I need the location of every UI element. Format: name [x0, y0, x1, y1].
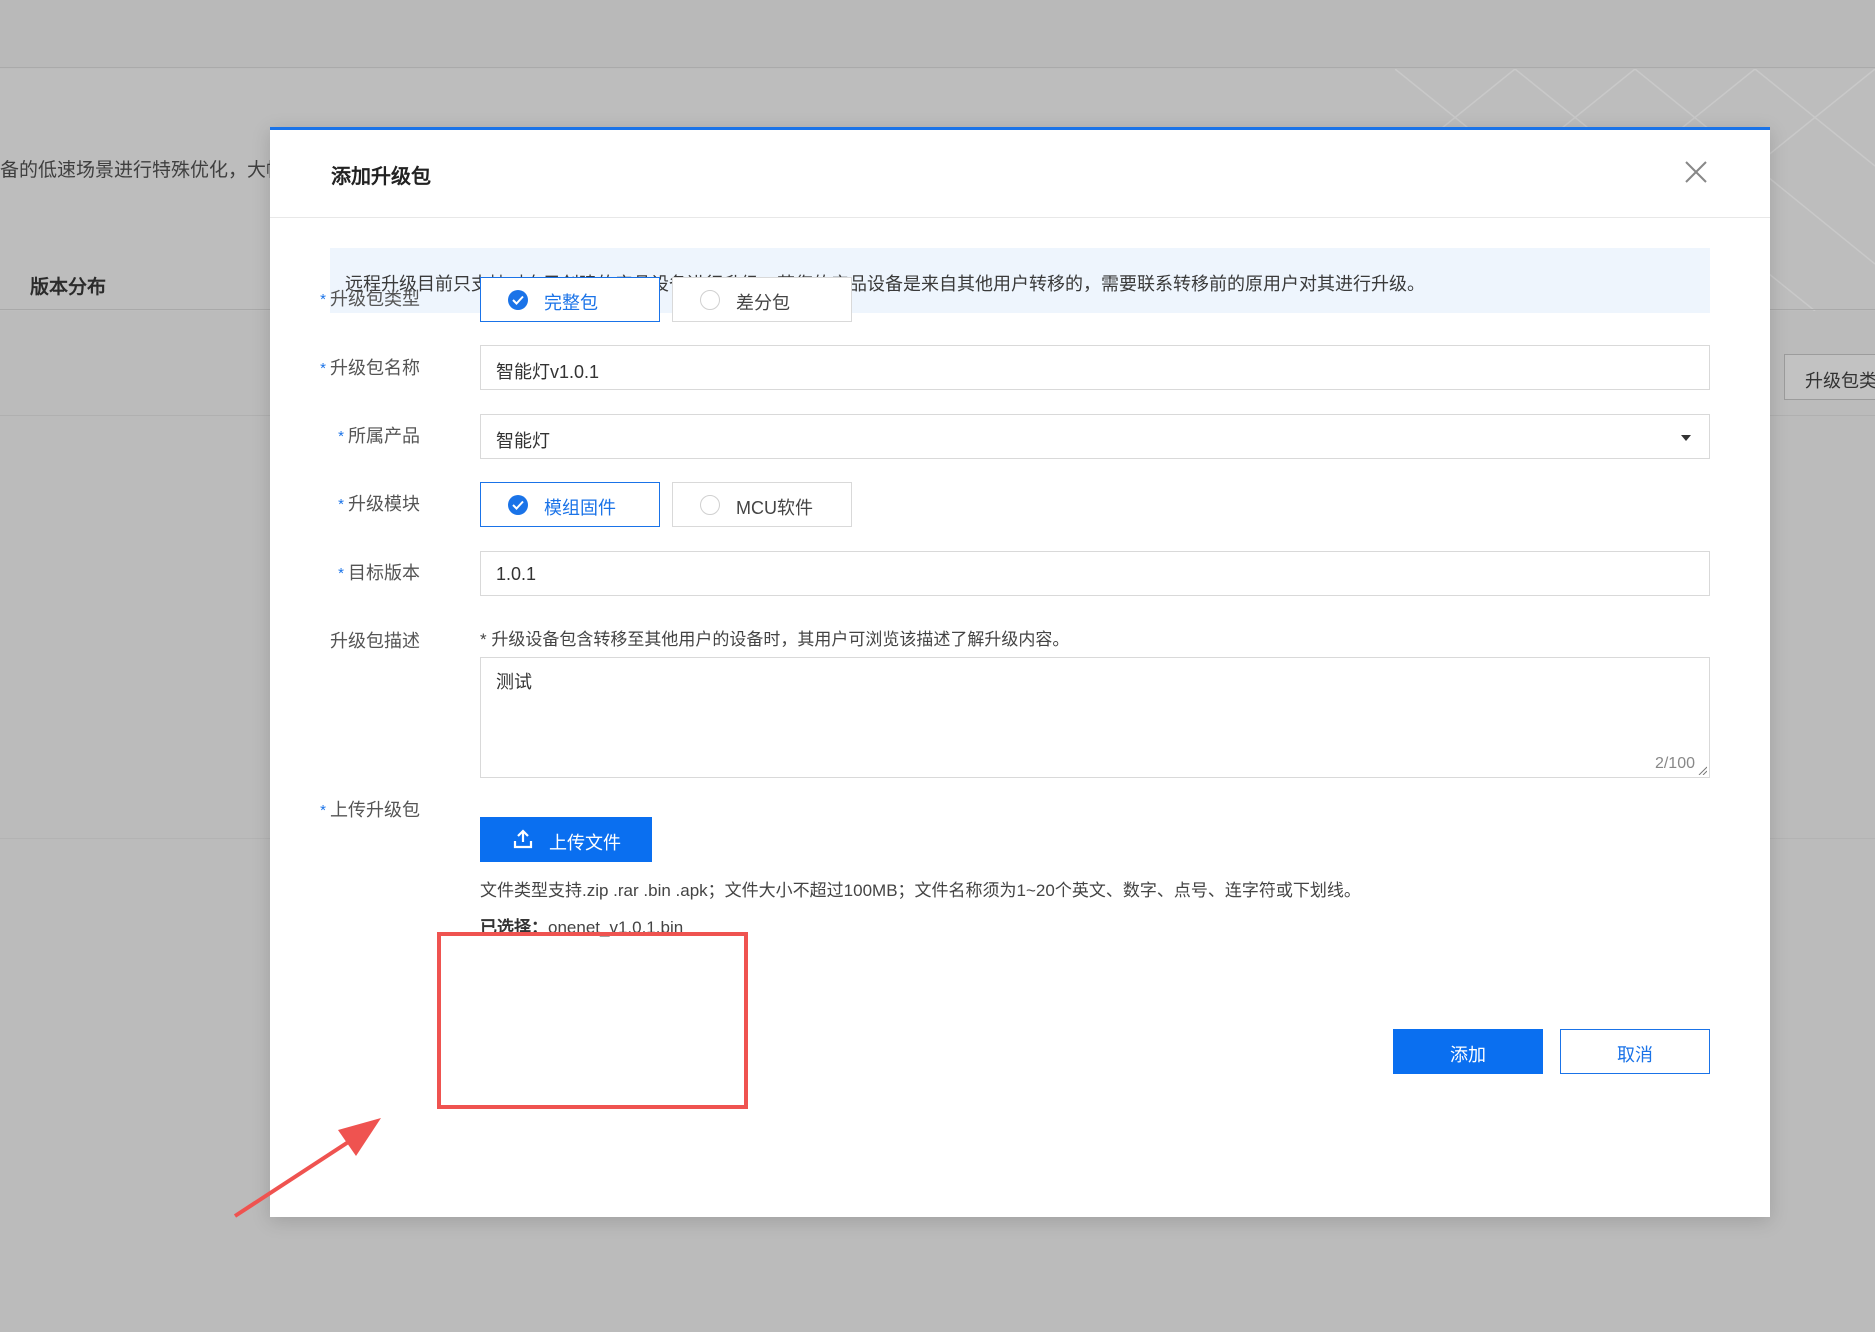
- package-type-label: * 升级包类型: [300, 285, 420, 311]
- package-name-label-text: 升级包名称: [330, 358, 420, 378]
- required-mark: *: [320, 802, 326, 819]
- target-version-input[interactable]: 1.0.1: [480, 551, 1710, 596]
- banner-text: 备的低速场景进行特殊优化，大幅提: [0, 160, 305, 181]
- description-value: 测试: [496, 672, 532, 692]
- add-button[interactable]: 添加: [1393, 1029, 1543, 1074]
- cancel-button[interactable]: 取消: [1560, 1029, 1710, 1074]
- radio-full-package[interactable]: 完整包: [480, 277, 660, 322]
- required-mark: *: [320, 291, 326, 308]
- dialog-header: 添加升级包: [270, 130, 1770, 218]
- description-label: 升级包描述: [300, 627, 420, 653]
- package-name-label: * 升级包名称: [300, 354, 420, 380]
- product-label: * 所属产品: [300, 422, 420, 448]
- radio-unchecked-indicator: [700, 290, 720, 310]
- caret-down-icon: [1681, 435, 1691, 441]
- required-mark: *: [338, 565, 344, 582]
- dialog-title: 添加升级包: [331, 166, 431, 188]
- required-mark: *: [338, 428, 344, 445]
- resize-grip-icon[interactable]: [1697, 765, 1707, 775]
- close-icon: [1685, 161, 1707, 183]
- package-name-input[interactable]: 智能灯v1.0.1: [480, 345, 1710, 390]
- target-version-label-text: 目标版本: [348, 563, 420, 583]
- char-counter: 2/100: [1654, 755, 1695, 772]
- tab-version-distribution: 版本分布: [30, 277, 107, 298]
- radio-diff-package[interactable]: 差分包: [672, 277, 852, 322]
- radio-label: 差分包: [736, 293, 790, 313]
- radio-label: 模组固件: [544, 498, 616, 518]
- annotation-highlight-box: [437, 932, 748, 1109]
- description-textarea[interactable]: 测试 2/100: [480, 657, 1710, 778]
- radio-mcu-software[interactable]: MCU软件: [672, 482, 852, 527]
- description-hint: * 升级设备包含转移至其他用户的设备时，其用户可浏览该描述了解升级内容。: [480, 630, 1070, 649]
- product-label-text: 所属产品: [348, 426, 420, 446]
- check-icon: [512, 500, 524, 510]
- target-version-label: * 目标版本: [300, 559, 420, 585]
- check-icon: [512, 295, 524, 305]
- radio-unchecked-indicator: [700, 495, 720, 515]
- required-mark: *: [338, 496, 344, 513]
- upload-icon: [513, 829, 533, 849]
- product-select[interactable]: 智能灯: [480, 414, 1710, 459]
- upload-hint: 文件类型支持.zip .rar .bin .apk；文件大小不超过100MB；文…: [480, 881, 1361, 900]
- upload-label: * 上传升级包: [300, 796, 420, 822]
- product-select-value: 智能灯: [496, 431, 550, 451]
- package-type-filter: 升级包类: [1784, 354, 1875, 400]
- module-label-text: 升级模块: [348, 494, 420, 514]
- package-type-label-text: 升级包类型: [330, 289, 420, 309]
- radio-checked-indicator: [508, 290, 528, 310]
- radio-label: 完整包: [544, 293, 598, 313]
- description-label-text: 升级包描述: [330, 631, 420, 651]
- required-mark: *: [320, 360, 326, 377]
- background-topbar: [0, 0, 1875, 68]
- module-label: * 升级模块: [300, 490, 420, 516]
- upload-label-text: 上传升级包: [330, 800, 420, 820]
- close-button[interactable]: [1682, 158, 1710, 186]
- radio-module-firmware[interactable]: 模组固件: [480, 482, 660, 527]
- radio-checked-indicator: [508, 495, 528, 515]
- radio-label: MCU软件: [736, 498, 813, 518]
- upload-file-button[interactable]: 上传文件: [480, 817, 652, 862]
- upload-button-label: 上传文件: [549, 833, 621, 853]
